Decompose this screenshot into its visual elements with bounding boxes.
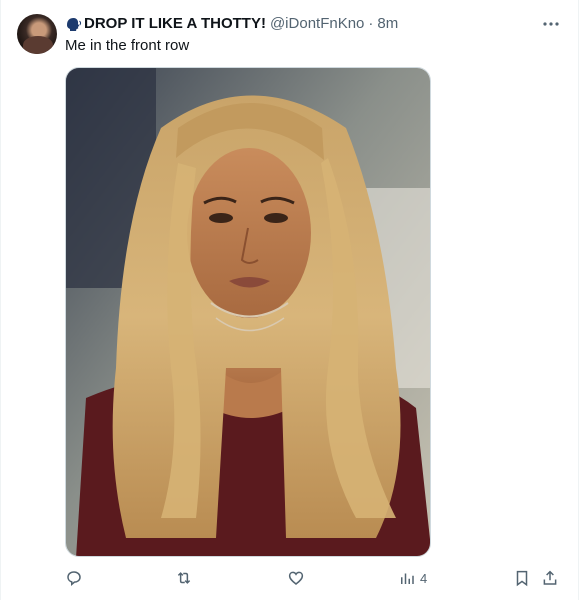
- share-icon: [543, 570, 557, 585]
- tweet-photo[interactable]: [65, 67, 431, 557]
- bookmark-button[interactable]: [513, 568, 531, 588]
- views-count: 4: [420, 570, 428, 586]
- reply-button[interactable]: [65, 568, 83, 588]
- retweet-icon: [177, 572, 191, 584]
- tweet-actions: 4: [65, 568, 562, 588]
- user-handle[interactable]: @iDontFnKno: [270, 14, 364, 34]
- more-horizontal-icon[interactable]: [540, 14, 562, 34]
- separator-dot: ·: [368, 15, 374, 32]
- avatar[interactable]: [17, 14, 57, 54]
- retweet-button[interactable]: [175, 568, 193, 588]
- reply-icon: [67, 571, 81, 587]
- tweet-text: Me in the front row: [65, 37, 190, 54]
- tweet-header: DROP IT LIKE A THOTTY! @iDontFnKno · 8m: [65, 14, 562, 34]
- speaking-head-icon: [65, 17, 82, 32]
- views-button[interactable]: 4: [398, 568, 427, 588]
- views-icon: [401, 573, 414, 584]
- like-button[interactable]: [287, 568, 305, 588]
- timestamp[interactable]: 8m: [377, 14, 398, 34]
- display-name[interactable]: DROP IT LIKE A THOTTY!: [84, 14, 266, 34]
- like-icon: [288, 571, 304, 585]
- tweet[interactable]: DROP IT LIKE A THOTTY! @iDontFnKno · 8m …: [0, 0, 579, 600]
- share-button[interactable]: [541, 568, 559, 588]
- bookmark-icon: [516, 570, 528, 587]
